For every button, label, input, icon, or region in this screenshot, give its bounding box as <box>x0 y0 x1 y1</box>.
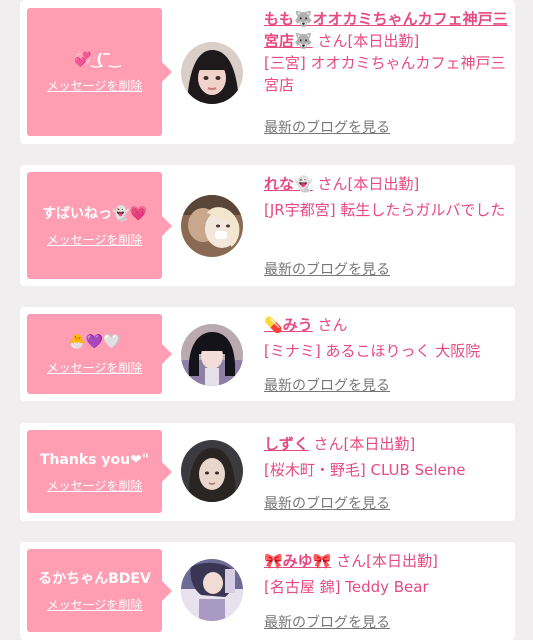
message-text: るかちゃんBDEV <box>38 570 151 587</box>
cast-name-link[interactable]: れな👻 <box>264 175 313 193</box>
store-name: [名古屋 錦] Teddy Bear <box>264 578 429 596</box>
store-name: [三宮] オオカミちゃんカフェ神戸三宮店 <box>264 54 506 94</box>
honorific: さん <box>317 175 348 193</box>
cast-name-link[interactable]: しずく <box>264 435 309 453</box>
message-text: 💞 ͜(‾̃ ͜ <box>74 52 115 68</box>
name-line: 💊みう さん <box>264 314 508 336</box>
message-bubble: るかちゃんBDEV メッセージを削除 <box>27 549 172 632</box>
cast-info: しずく さん[本日出勤] [桜木町・野毛] CLUB Selene <box>264 433 508 481</box>
message-bubble: 💞 ͜(‾̃ ͜ メッセージを削除 <box>27 8 172 136</box>
message-text: すばいねっ👻💗 <box>42 205 147 222</box>
honorific: さん <box>313 435 344 453</box>
delete-message-link[interactable]: メッセージを削除 <box>47 361 143 375</box>
latest-blog-link[interactable]: 最新のブログを見る <box>264 117 390 137</box>
work-status: [本日出勤] <box>343 435 416 453</box>
name-line: しずく さん[本日出勤] <box>264 433 508 455</box>
delete-message-link[interactable]: メッセージを削除 <box>47 598 143 612</box>
avatar[interactable] <box>181 195 243 257</box>
message-card: すばいねっ👻💗 メッセージを削除 れな👻 さん[本日出勤] [JR宇都宮] 転生… <box>20 165 515 286</box>
cast-info: もも🐺オオカミちゃんカフェ神戸三宮店🐺 さん[本日出勤] [三宮] オオカミちゃ… <box>264 8 508 96</box>
message-bubble: Thanks you❤" メッセージを削除 <box>27 430 172 513</box>
work-status: [本日出勤] <box>347 32 420 50</box>
message-bubble: 🐣💜🤍 メッセージを削除 <box>27 314 172 394</box>
name-line: 🎀みゆ🎀 さん[本日出勤] <box>264 550 508 572</box>
cast-info: 🎀みゆ🎀 さん[本日出勤] [名古屋 錦] Teddy Bear <box>264 550 508 598</box>
latest-blog-link[interactable]: 最新のブログを見る <box>264 493 390 513</box>
latest-blog-link[interactable]: 最新のブログを見る <box>264 375 390 395</box>
message-card: 🐣💜🤍 メッセージを削除 💊みう さん [ミナミ] あるこほりっく 大阪院 最新… <box>20 307 515 401</box>
message-card: 💞 ͜(‾̃ ͜ メッセージを削除 もも🐺オオカミちゃんカフェ神戸三宮店🐺 さん… <box>20 0 515 144</box>
avatar[interactable] <box>181 559 243 621</box>
message-card: るかちゃんBDEV メッセージを削除 🎀みゆ🎀 さん[本日出勤] [名古屋 錦]… <box>20 542 515 640</box>
cast-info: 💊みう さん [ミナミ] あるこほりっく 大阪院 <box>264 314 508 362</box>
store-name: [ミナミ] あるこほりっく 大阪院 <box>264 342 481 360</box>
honorific: さん <box>317 316 348 334</box>
honorific: さん <box>317 32 348 50</box>
cast-name-link[interactable]: 🎀みゆ🎀 <box>264 552 331 570</box>
delete-message-link[interactable]: メッセージを削除 <box>47 79 143 93</box>
honorific: さん <box>336 552 367 570</box>
message-text: 🐣💜🤍 <box>68 334 121 350</box>
cast-name-link[interactable]: 💊みう <box>264 316 313 334</box>
avatar[interactable] <box>181 42 243 104</box>
delete-message-link[interactable]: メッセージを削除 <box>47 233 143 247</box>
message-bubble: すばいねっ👻💗 メッセージを削除 <box>27 172 172 279</box>
delete-message-link[interactable]: メッセージを削除 <box>47 479 143 493</box>
latest-blog-link[interactable]: 最新のブログを見る <box>264 612 390 632</box>
store-name: [桜木町・野毛] CLUB Selene <box>264 461 466 479</box>
latest-blog-link[interactable]: 最新のブログを見る <box>264 259 390 279</box>
message-card: Thanks you❤" メッセージを削除 しずく さん[本日出勤] [桜木町・… <box>20 423 515 521</box>
name-line: れな👻 さん[本日出勤] <box>264 173 508 195</box>
name-line: もも🐺オオカミちゃんカフェ神戸三宮店🐺 さん[本日出勤] <box>264 8 508 52</box>
avatar[interactable] <box>181 324 243 386</box>
store-name: [JR宇都宮] 転生したらガルバでした <box>264 201 506 219</box>
message-text: Thanks you❤" <box>39 451 150 468</box>
work-status: [本日出勤] <box>366 552 438 570</box>
cast-info: れな👻 さん[本日出勤] [JR宇都宮] 転生したらガルバでした <box>264 173 508 221</box>
avatar[interactable] <box>181 440 243 502</box>
work-status: [本日出勤] <box>347 175 420 193</box>
